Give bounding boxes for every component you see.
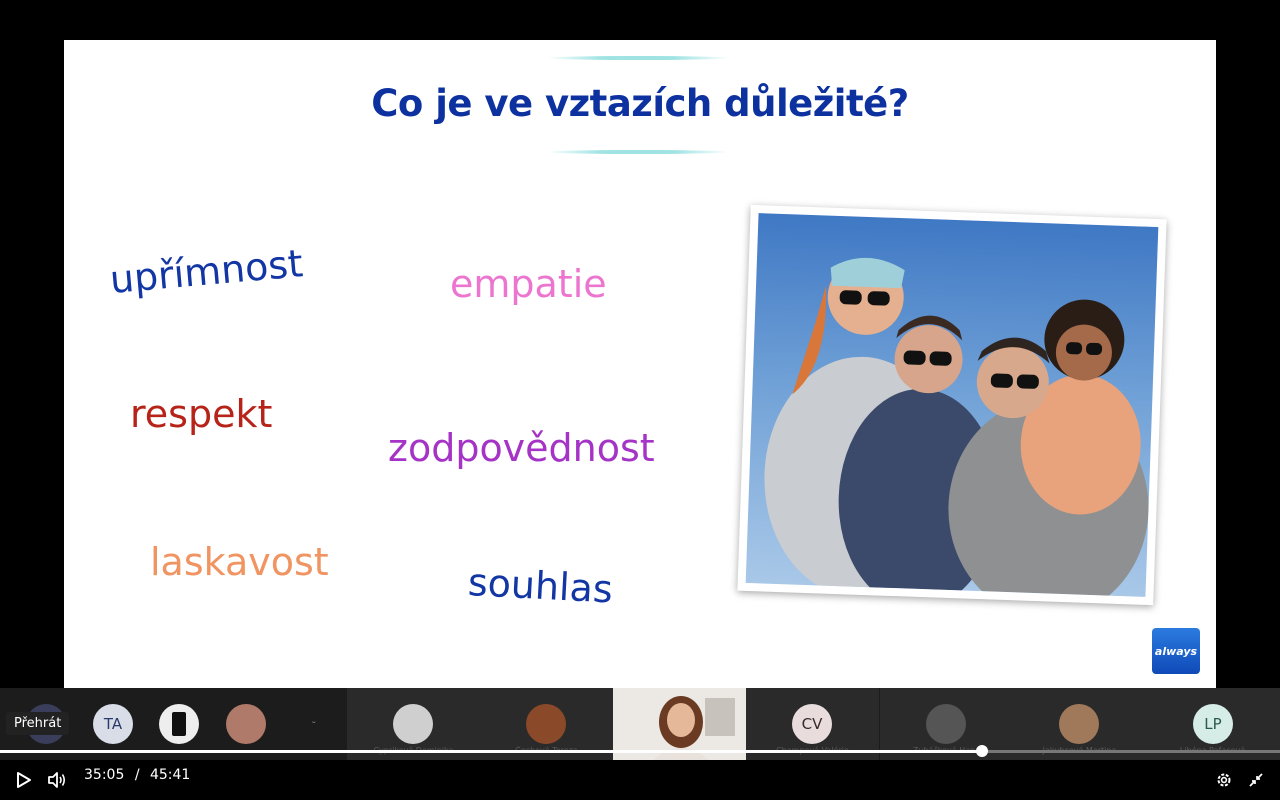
volume-icon [48,772,66,788]
friends-photo [745,213,1159,597]
title-decoration-top [546,56,730,60]
avatar: TA [93,704,133,744]
time-separator: / [134,767,140,783]
word-laskavost: laskavost [150,540,329,584]
progress-bar[interactable] [0,750,1280,753]
avatar [159,704,199,744]
progress-fill [0,750,983,753]
gear-icon [1217,773,1231,787]
avatar [1059,704,1099,744]
word-respekt: respekt [130,392,273,436]
total-duration: 45:41 [149,767,191,783]
avatar [393,704,433,744]
exit-fullscreen-button[interactable] [1244,766,1268,794]
collapse-icon [1249,773,1263,787]
friends-photo-frame [737,204,1167,606]
word-souhlas: souhlas [466,560,614,612]
time-display: 35:05 / 45:41 [84,767,190,783]
volume-button[interactable] [44,766,70,794]
play-icon [17,772,31,788]
word-empatie: empatie [450,262,607,306]
avatar: CV [792,704,832,744]
avatar [226,704,266,744]
always-logo: always [1152,628,1200,674]
current-time: 35:05 [84,767,125,783]
avatar [926,704,966,744]
title-decoration-bottom [546,150,730,154]
play-button[interactable] [12,766,36,794]
settings-button[interactable] [1212,766,1236,794]
word-uprimnost: upřímnost [108,241,305,302]
avatar [526,704,566,744]
slide-title: Co je ve vztazích důležité? [371,82,909,125]
phone-icon [172,712,186,736]
play-tooltip: Přehrát [6,712,70,735]
friends-photo-illustration [764,257,1149,597]
player-controls [0,760,1280,800]
presentation-slide: Co je ve vztazích důležité? upřímnost em… [64,40,1216,688]
avatar: LP [1193,704,1233,744]
word-zodpovednost: zodpovědnost [388,426,655,470]
avatar: ᵕ [294,704,334,744]
